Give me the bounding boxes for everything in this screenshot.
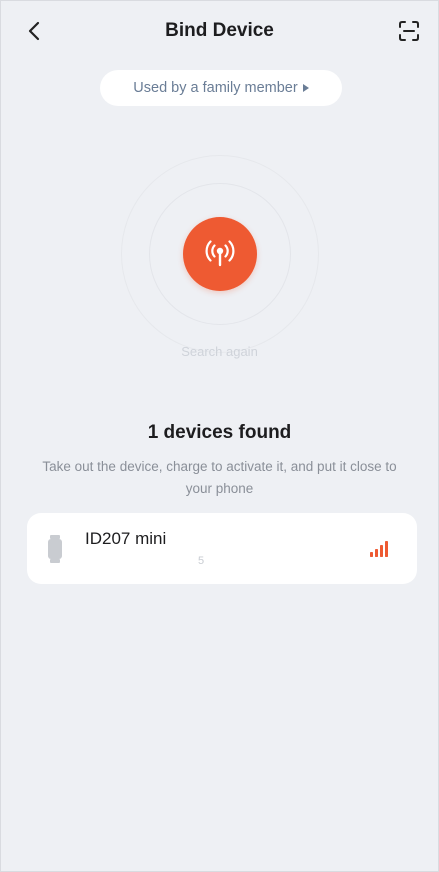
device-list-item[interactable]: ID207 mini 5	[27, 513, 417, 584]
family-member-button[interactable]: Used by a family member	[100, 70, 342, 106]
top-bar: Bind Device	[0, 14, 439, 48]
device-name: ID207 mini	[85, 529, 167, 548]
triangle-right-icon	[302, 84, 309, 92]
device-sub-label: 5	[198, 555, 205, 567]
broadcast-antenna-icon	[205, 240, 235, 267]
family-member-label: Used by a family member	[133, 80, 298, 96]
watch-icon	[48, 535, 62, 563]
signal-strength-icon	[370, 541, 388, 557]
search-again-link[interactable]: Search again	[0, 344, 439, 359]
scan-icon[interactable]	[396, 18, 422, 44]
search-beacon-button[interactable]	[183, 217, 257, 291]
page-title: Bind Device	[165, 20, 274, 41]
search-radar	[99, 145, 344, 360]
activation-hint: Take out the device, charge to activate …	[42, 459, 397, 496]
devices-found-heading: 1 devices found	[147, 422, 292, 443]
